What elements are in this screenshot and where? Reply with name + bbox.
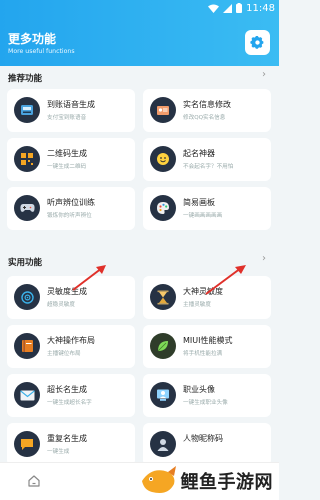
card-description: 超稳灵敏度 — [47, 302, 75, 308]
section-more-chevron-icon[interactable]: › — [262, 69, 266, 80]
card-description: 一键生成职业头像 — [183, 400, 228, 406]
card-title: MIUI性能模式 — [183, 336, 233, 345]
gear-icon — [250, 35, 264, 49]
envelope-icon — [14, 382, 40, 408]
card-title: 简易画板 — [183, 198, 215, 207]
page-subtitle: More useful functions — [8, 48, 75, 55]
book-icon — [14, 333, 40, 359]
card-title: 到账语音生成 — [47, 100, 95, 109]
feature-card-duplicate-name[interactable]: 重复名生成 一键生成 — [7, 423, 135, 462]
section-title-recommended: 推荐功能 — [8, 74, 43, 84]
feature-card-sound-training[interactable]: 听声辨位训练 锻炼你的听声辨位 — [7, 187, 135, 230]
avatar-frame-icon — [150, 382, 176, 408]
card-title: 人物昵称码 — [183, 434, 223, 443]
section-title-utility: 实用功能 — [8, 258, 43, 268]
card-title: 听声辨位训练 — [47, 198, 95, 207]
card-description: 锻炼你的听声辨位 — [47, 213, 92, 219]
battery-icon — [236, 3, 243, 13]
section-more-chevron-icon[interactable]: › — [262, 253, 266, 264]
watermark: 鲤鱼手游网 — [138, 464, 274, 498]
app-header: 11:48 更多功能 More useful functions — [0, 0, 279, 66]
fish-logo-icon — [141, 466, 176, 493]
gamepad-icon — [14, 195, 40, 221]
card-description: 主播灵敏度 — [183, 302, 211, 308]
card-description: 一键生成超长名字 — [47, 400, 92, 406]
card-description: 支付宝到账语音 — [47, 115, 87, 121]
settings-button[interactable] — [245, 30, 270, 55]
card-description: 一键生成 — [47, 449, 70, 455]
wifi-icon — [208, 4, 220, 13]
feature-card-pro-layout[interactable]: 大神操作布局 主播键位布局 — [7, 325, 135, 368]
person-icon — [150, 431, 176, 457]
leaf-icon — [150, 333, 176, 359]
annotation-arrow-icon — [72, 265, 106, 291]
signal-icon — [223, 3, 233, 13]
feature-card-realname-edit[interactable]: 实名信息修改 修改QQ实名信息 — [143, 89, 271, 132]
card-description: 一键画画画画画 — [183, 213, 223, 219]
annotation-arrow-icon — [205, 265, 246, 295]
id-card-icon — [150, 97, 176, 123]
card-title: 二维码生成 — [47, 149, 87, 158]
card-description: 将手机性能拉满 — [183, 351, 223, 357]
feature-card-qr-generate[interactable]: 二维码生成 一键生成二维码 — [7, 138, 135, 181]
qr-code-icon — [14, 146, 40, 172]
status-bar: 11:48 — [208, 1, 275, 15]
cash-register-icon — [14, 97, 40, 123]
chat-icon — [14, 431, 40, 457]
feature-card-arrival-voice[interactable]: 到账语音生成 支付宝到账语音 — [7, 89, 135, 132]
page-title: 更多功能 — [8, 32, 57, 46]
card-description: 主播键位布局 — [47, 351, 81, 357]
feature-card-long-name[interactable]: 超长名生成 一键生成超长名字 — [7, 374, 135, 417]
card-description: 一键生成二维码 — [47, 164, 87, 170]
smiley-icon — [150, 146, 176, 172]
card-title: 重复名生成 — [47, 434, 87, 443]
crosshair-icon — [14, 284, 40, 310]
feature-card-miui-performance[interactable]: MIUI性能模式 将手机性能拉满 — [143, 325, 271, 368]
status-time: 11:48 — [246, 2, 275, 14]
card-title: 实名信息修改 — [183, 100, 231, 109]
feature-card-simple-drawing[interactable]: 简易画板 一键画画画画画 — [143, 187, 271, 230]
feature-card-naming-tool[interactable]: 起名神器 不会起名字？不用怕 — [143, 138, 271, 181]
card-title: 职业头像 — [183, 385, 215, 394]
card-title: 起名神器 — [183, 149, 215, 158]
paint-palette-icon — [150, 195, 176, 221]
card-title: 超长名生成 — [47, 385, 87, 394]
card-description: 修改QQ实名信息 — [183, 115, 226, 121]
home-icon[interactable] — [27, 474, 41, 488]
card-title: 大神操作布局 — [47, 336, 95, 345]
hourglass-icon — [150, 284, 176, 310]
watermark-text: 鲤鱼手游网 — [180, 472, 273, 493]
card-description: 不会起名字？不用怕 — [183, 164, 234, 170]
feature-card-nickname-code[interactable]: 人物昵称码 — [143, 423, 271, 462]
feature-card-career-avatar[interactable]: 职业头像 一键生成职业头像 — [143, 374, 271, 417]
